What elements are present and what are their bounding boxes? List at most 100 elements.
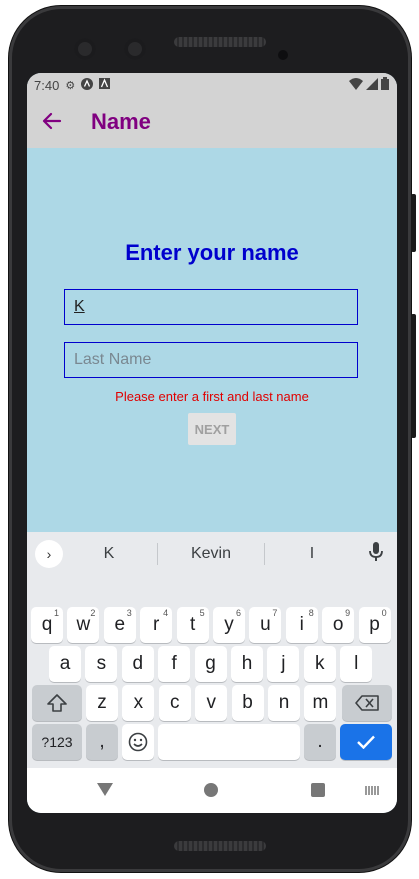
key-y[interactable]: y6 bbox=[213, 607, 245, 643]
key-t[interactable]: t5 bbox=[176, 607, 209, 643]
key-s[interactable]: s bbox=[85, 646, 118, 682]
key-letter: a bbox=[59, 653, 71, 674]
key-letter: f bbox=[171, 653, 177, 674]
key-g[interactable]: g bbox=[194, 646, 227, 682]
next-button[interactable]: NEXT bbox=[188, 413, 236, 445]
key-letter: y bbox=[224, 614, 234, 635]
key-hint-number: 3 bbox=[126, 608, 132, 618]
key-letter: g bbox=[205, 653, 216, 674]
key-letter: e bbox=[114, 614, 126, 635]
key-letter: b bbox=[242, 692, 253, 713]
key-hint-number: 6 bbox=[235, 608, 241, 618]
battery-icon bbox=[381, 77, 389, 90]
key-a[interactable]: a bbox=[49, 646, 81, 682]
key-b[interactable]: b bbox=[231, 685, 264, 721]
key-letter: k bbox=[315, 653, 325, 674]
key-n[interactable]: n bbox=[268, 685, 300, 721]
status-bar: 7:40 ⚙ bbox=[27, 73, 397, 97]
key-e[interactable]: e3 bbox=[103, 607, 136, 643]
front-camera-icon bbox=[124, 38, 146, 60]
key-o[interactable]: o9 bbox=[322, 607, 355, 643]
key-i[interactable]: i8 bbox=[285, 607, 318, 643]
arrow-left-icon[interactable] bbox=[38, 107, 66, 135]
period-key[interactable]: . bbox=[304, 724, 336, 760]
key-letter: c bbox=[170, 692, 180, 713]
backspace-key[interactable] bbox=[342, 685, 392, 721]
shift-key[interactable] bbox=[32, 685, 82, 721]
comma-key[interactable]: , bbox=[86, 724, 118, 760]
key-letter: t bbox=[189, 614, 196, 635]
key-hint-number: 2 bbox=[90, 608, 96, 618]
key-q[interactable]: q1 bbox=[31, 607, 63, 643]
key-u[interactable]: u7 bbox=[249, 607, 282, 643]
divider bbox=[157, 543, 158, 565]
key-x[interactable]: x bbox=[122, 685, 155, 721]
key-k[interactable]: k bbox=[303, 646, 336, 682]
key-letter: w bbox=[76, 614, 91, 635]
settings-icon: ⚙ bbox=[65, 79, 76, 92]
suggestion-item[interactable]: Kevin bbox=[177, 545, 245, 563]
space-key[interactable] bbox=[158, 724, 300, 760]
power-button bbox=[411, 314, 416, 438]
back-triangle-icon[interactable] bbox=[97, 783, 113, 796]
bottom-speaker bbox=[174, 841, 266, 851]
screen: 7:40 ⚙ Name Enter your name Please enter… bbox=[27, 73, 397, 813]
key-j[interactable]: j bbox=[267, 646, 300, 682]
suggestion-item[interactable]: I bbox=[292, 545, 332, 563]
volume-button bbox=[411, 194, 416, 252]
key-letter: m bbox=[312, 692, 329, 713]
divider bbox=[264, 543, 265, 565]
form-heading: Enter your name bbox=[125, 240, 299, 265]
key-letter: r bbox=[153, 614, 160, 635]
keyboard-switch-icon[interactable] bbox=[365, 786, 379, 795]
soft-keyboard: › K Kevin I q1w2e3r4t5y6u7i8o9p0 asdfghj… bbox=[27, 532, 397, 768]
key-r[interactable]: r4 bbox=[140, 607, 173, 643]
key-letter: s bbox=[96, 653, 107, 674]
status-icons bbox=[349, 77, 389, 90]
key-v[interactable]: v bbox=[195, 685, 228, 721]
proximity-sensor bbox=[278, 50, 288, 60]
key-letter: h bbox=[241, 653, 253, 674]
key-hint-number: 5 bbox=[199, 608, 205, 618]
signal-icon bbox=[366, 77, 378, 90]
app-bar: Name bbox=[27, 97, 397, 148]
key-l[interactable]: l bbox=[340, 646, 373, 682]
key-letter: d bbox=[132, 653, 144, 674]
home-circle-icon[interactable] bbox=[204, 783, 218, 797]
suggestion-item[interactable]: K bbox=[89, 545, 129, 563]
key-hint-number: 0 bbox=[381, 608, 387, 618]
app-a-icon bbox=[99, 78, 111, 92]
key-hint-number: 9 bbox=[345, 608, 351, 618]
key-w[interactable]: w2 bbox=[67, 607, 100, 643]
key-f[interactable]: f bbox=[158, 646, 191, 682]
done-key[interactable] bbox=[340, 724, 392, 760]
key-letter: l bbox=[354, 653, 359, 674]
key-h[interactable]: h bbox=[231, 646, 263, 682]
symbols-key[interactable]: ?123 bbox=[32, 724, 82, 760]
key-letter: j bbox=[281, 653, 286, 674]
emoji-icon[interactable] bbox=[122, 724, 154, 760]
microphone-icon[interactable] bbox=[369, 542, 387, 564]
key-letter: x bbox=[133, 692, 144, 713]
key-letter: u bbox=[260, 614, 271, 635]
key-d[interactable]: d bbox=[121, 646, 154, 682]
first-name-field[interactable] bbox=[64, 289, 358, 325]
chevron-right-icon[interactable]: › bbox=[35, 540, 63, 568]
suggestion-bar: › K Kevin I bbox=[27, 532, 397, 576]
navigation-bar bbox=[27, 768, 397, 813]
key-c[interactable]: c bbox=[158, 685, 191, 721]
page-title: Name bbox=[91, 109, 151, 134]
key-p[interactable]: p0 bbox=[358, 607, 391, 643]
key-m[interactable]: m bbox=[304, 685, 337, 721]
key-hint-number: 1 bbox=[53, 608, 59, 618]
key-letter: p bbox=[369, 614, 380, 635]
key-letter: v bbox=[206, 692, 216, 713]
status-time: 7:40 bbox=[34, 77, 60, 93]
recents-square-icon[interactable] bbox=[311, 783, 325, 797]
validation-error: Please enter a first and last name bbox=[115, 389, 309, 404]
last-name-field[interactable] bbox=[64, 342, 358, 378]
key-letter: i bbox=[299, 614, 304, 635]
key-z[interactable]: z bbox=[86, 685, 118, 721]
wifi-icon bbox=[349, 77, 363, 90]
key-letter: n bbox=[278, 692, 290, 713]
